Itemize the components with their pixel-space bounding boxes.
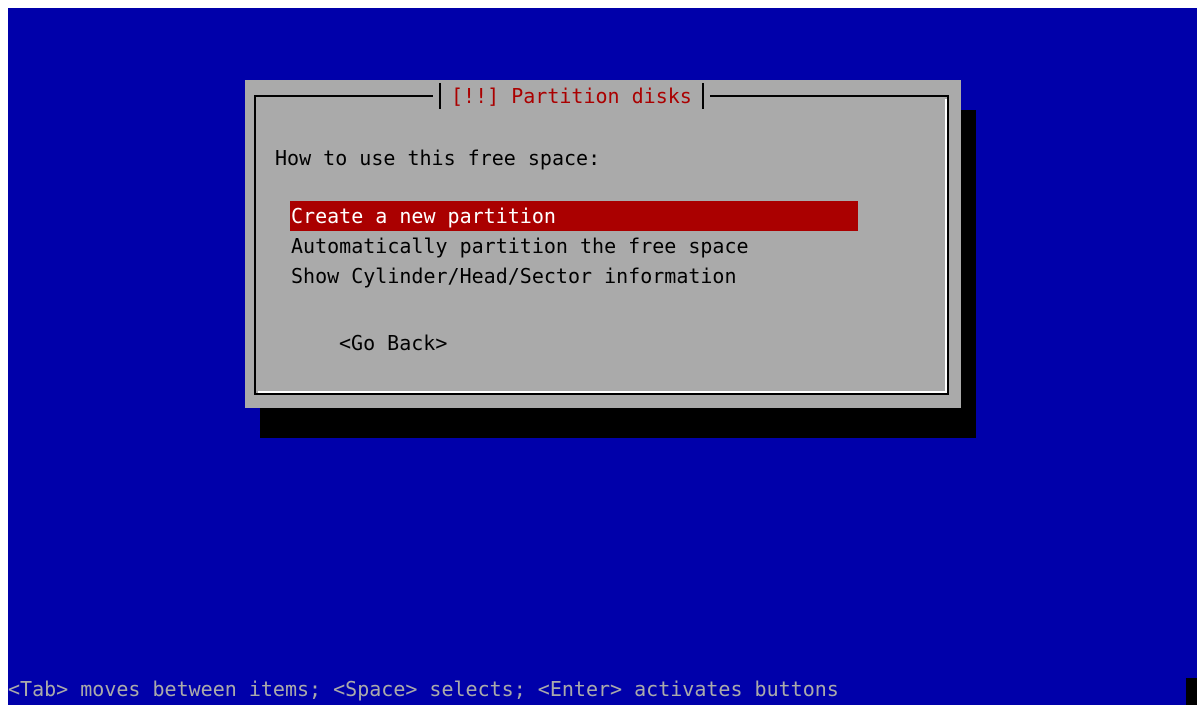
terminal-cursor [1186,678,1197,705]
dialog-title-bar: [!!] Partition disks [433,80,710,112]
option-show-chs-info[interactable]: Show Cylinder/Head/Sector information [290,261,858,291]
partition-dialog: [!!] Partition disks How to use this fre… [245,80,961,408]
go-back-button[interactable]: <Go Back> [339,328,447,358]
option-menu: Create a new partition Automatically par… [290,201,858,291]
installer-screen: [!!] Partition disks How to use this fre… [8,8,1197,705]
help-line: <Tab> moves between items; <Space> selec… [8,677,839,701]
option-create-new-partition[interactable]: Create a new partition [290,201,858,231]
dialog-title: [!!] Partition disks [451,84,692,108]
dialog-question: How to use this free space: [275,146,601,170]
option-auto-partition-free-space[interactable]: Automatically partition the free space [290,231,858,261]
title-right-tick [701,83,704,109]
